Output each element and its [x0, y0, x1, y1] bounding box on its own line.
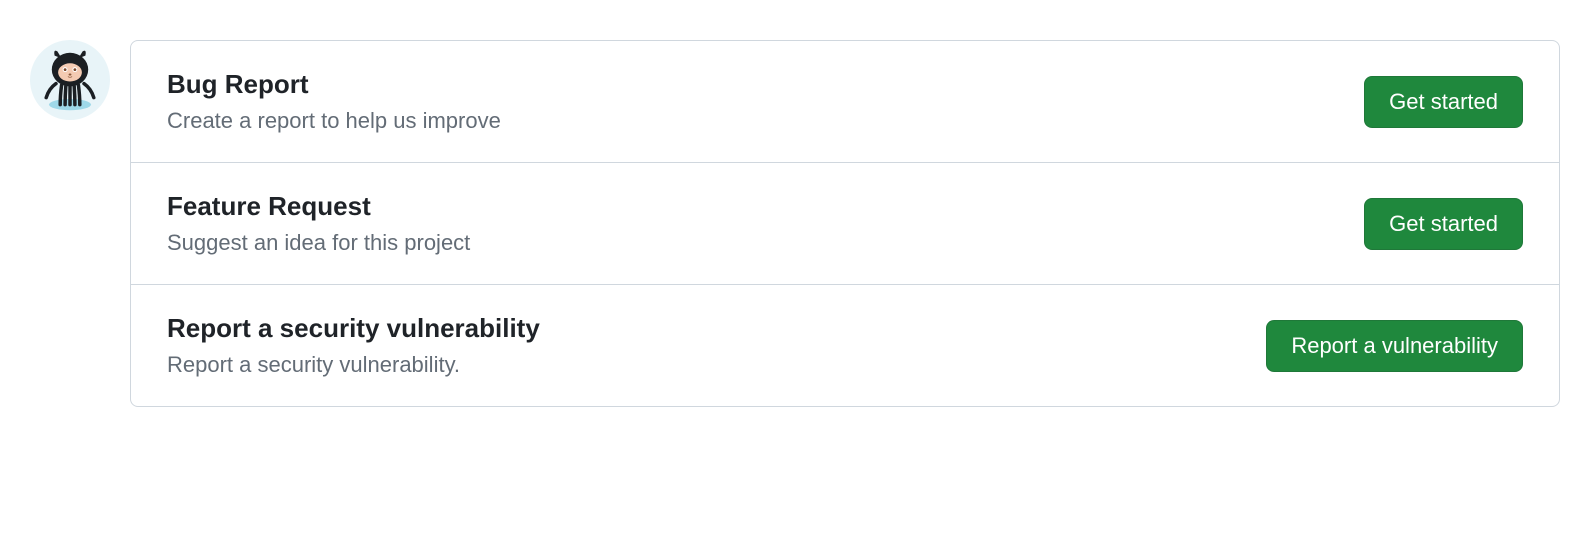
- template-list: Bug Report Create a report to help us im…: [130, 40, 1560, 407]
- template-text: Bug Report Create a report to help us im…: [167, 69, 501, 134]
- template-description: Create a report to help us improve: [167, 108, 501, 134]
- template-item-security-vulnerability: Report a security vulnerability Report a…: [131, 285, 1559, 406]
- report-vulnerability-button[interactable]: Report a vulnerability: [1266, 320, 1523, 372]
- get-started-button[interactable]: Get started: [1364, 198, 1523, 250]
- get-started-button[interactable]: Get started: [1364, 76, 1523, 128]
- template-title: Report a security vulnerability: [167, 313, 540, 344]
- template-item-bug-report: Bug Report Create a report to help us im…: [131, 41, 1559, 163]
- template-description: Suggest an idea for this project: [167, 230, 470, 256]
- template-title: Bug Report: [167, 69, 501, 100]
- template-description: Report a security vulnerability.: [167, 352, 540, 378]
- issue-template-chooser: Bug Report Create a report to help us im…: [30, 40, 1560, 407]
- template-text: Feature Request Suggest an idea for this…: [167, 191, 470, 256]
- template-title: Feature Request: [167, 191, 470, 222]
- template-text: Report a security vulnerability Report a…: [167, 313, 540, 378]
- template-item-feature-request: Feature Request Suggest an idea for this…: [131, 163, 1559, 285]
- avatar: [30, 40, 110, 120]
- octocat-icon: [35, 43, 105, 118]
